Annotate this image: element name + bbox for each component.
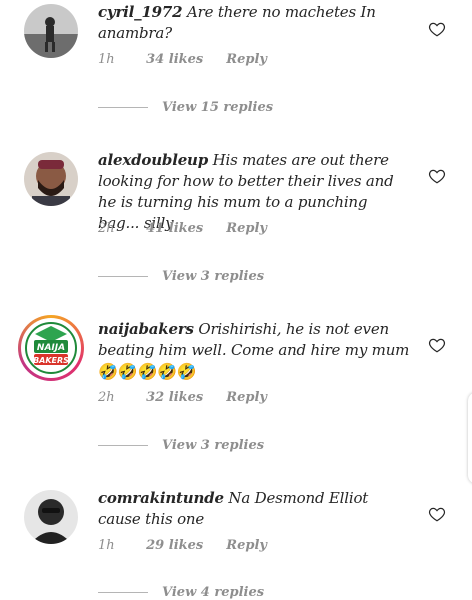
view-replies[interactable]: View 15 replies bbox=[98, 100, 273, 115]
avatar[interactable]: NAIJA BAKERS bbox=[18, 315, 84, 381]
avatar-logo: NAIJA BAKERS bbox=[21, 318, 81, 378]
heart-outline-icon[interactable] bbox=[428, 505, 446, 523]
comment-body: cyril_1972 Are there no machetes In anam… bbox=[98, 2, 410, 44]
view-replies[interactable]: View 3 replies bbox=[98, 438, 264, 453]
comment-meta: 2h 32 likes Reply bbox=[98, 390, 267, 405]
comment-likes[interactable]: 41 likes bbox=[146, 221, 222, 236]
avatar[interactable] bbox=[24, 152, 78, 206]
replies-divider bbox=[98, 276, 148, 277]
comment-username[interactable]: comrakintunde bbox=[98, 489, 224, 507]
reply-button[interactable]: Reply bbox=[226, 221, 267, 236]
heart-outline-icon[interactable] bbox=[428, 336, 446, 354]
comment-username[interactable]: naijabakers bbox=[98, 320, 194, 338]
comment-username[interactable]: cyril_1972 bbox=[98, 3, 183, 21]
view-replies-label[interactable]: View 3 replies bbox=[162, 269, 264, 284]
comment-likes[interactable]: 29 likes bbox=[146, 538, 222, 553]
comment-time: 1h bbox=[98, 52, 115, 67]
reply-button[interactable]: Reply bbox=[226, 538, 267, 553]
replies-divider bbox=[98, 592, 148, 593]
view-replies-label[interactable]: View 15 replies bbox=[162, 100, 273, 115]
replies-divider bbox=[98, 107, 148, 108]
comment-time: 2h bbox=[98, 390, 115, 405]
comment-time: 2h bbox=[98, 221, 115, 236]
comment-emoji: 🤣🤣🤣🤣🤣 bbox=[98, 362, 197, 381]
avatar[interactable] bbox=[24, 4, 78, 58]
comment-body: comrakintunde Na Desmond Elliot cause th… bbox=[98, 488, 410, 530]
comment-time: 1h bbox=[98, 538, 115, 553]
avatar-logo-text-top: NAIJA bbox=[37, 343, 65, 353]
comment-likes[interactable]: 34 likes bbox=[146, 52, 222, 67]
view-replies-label[interactable]: View 3 replies bbox=[162, 438, 264, 453]
avatar[interactable] bbox=[24, 490, 78, 544]
replies-divider bbox=[98, 445, 148, 446]
reply-button[interactable]: Reply bbox=[226, 390, 267, 405]
comment-body: naijabakers Orishirishi, he is not even … bbox=[98, 319, 410, 383]
view-replies[interactable]: View 3 replies bbox=[98, 269, 264, 284]
comment-username[interactable]: alexdoubleup bbox=[98, 151, 208, 169]
comment-likes[interactable]: 32 likes bbox=[146, 390, 222, 405]
heart-outline-icon[interactable] bbox=[428, 167, 446, 185]
edge-overlay bbox=[468, 392, 472, 484]
avatar-logo-text-bottom: BAKERS bbox=[33, 356, 69, 365]
reply-button[interactable]: Reply bbox=[226, 52, 267, 67]
comment-meta: 2h 41 likes Reply bbox=[98, 221, 267, 236]
comment-meta: 1h 29 likes Reply bbox=[98, 538, 267, 553]
comment-meta: 1h 34 likes Reply bbox=[98, 52, 267, 67]
heart-outline-icon[interactable] bbox=[428, 20, 446, 38]
